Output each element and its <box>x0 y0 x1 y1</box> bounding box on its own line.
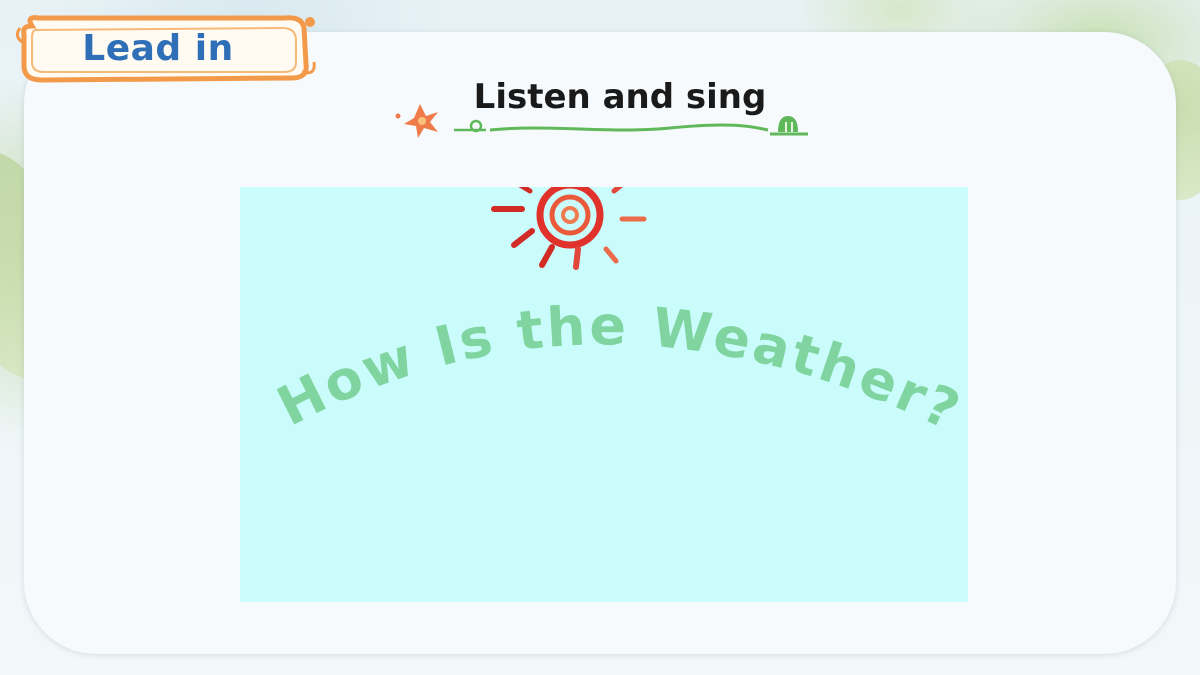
song-illustration: How Is the Weather? <box>268 187 968 444</box>
wavy-line <box>489 123 769 132</box>
sprout-icon <box>770 116 808 136</box>
snail-icon <box>454 119 486 133</box>
lead-in-badge: Lead in <box>14 12 322 84</box>
flourish-dot <box>305 17 315 27</box>
badge-label: Lead in <box>82 27 234 69</box>
song-title: How Is the Weather? <box>268 294 968 443</box>
song-title-text: How Is the Weather? <box>268 294 968 443</box>
sun-icon <box>491 187 647 270</box>
flower-icon <box>395 104 438 138</box>
title-underline-decoration <box>395 104 808 138</box>
song-video-frame[interactable]: How Is the Weather? <box>240 187 968 602</box>
